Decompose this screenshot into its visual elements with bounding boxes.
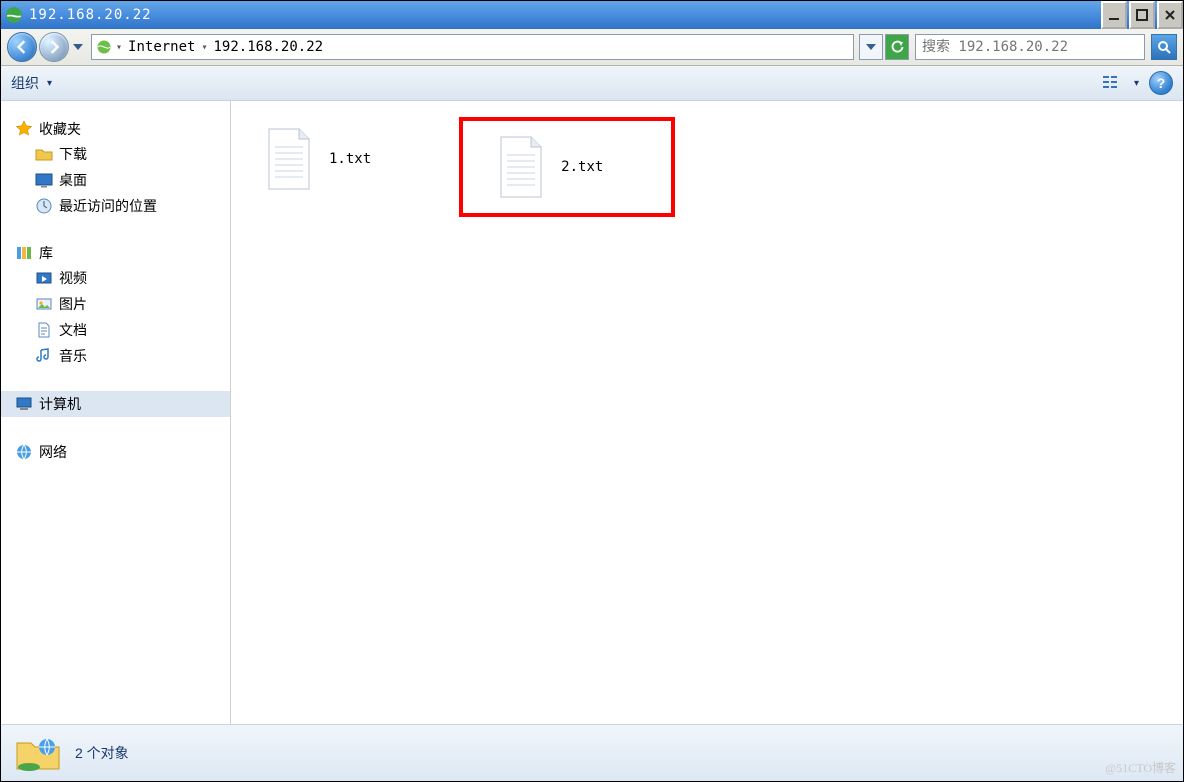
- sidebar-item-label: 网络: [39, 442, 67, 462]
- network-icon: [15, 443, 33, 461]
- sidebar-item-label: 图片: [59, 294, 87, 314]
- search-box[interactable]: [915, 34, 1145, 60]
- status-text: 2 个对象: [75, 743, 129, 763]
- breadcrumb-path[interactable]: 192.168.20.22: [212, 39, 326, 55]
- search-button[interactable]: [1151, 34, 1177, 60]
- sidebar-head-libraries[interactable]: 库: [1, 241, 230, 265]
- text-file-icon: [495, 135, 547, 199]
- back-button[interactable]: [7, 32, 37, 62]
- status-bar: 2 个对象 @51CTO博客: [1, 724, 1183, 781]
- refresh-button[interactable]: [885, 34, 909, 60]
- sidebar-item-label: 收藏夹: [39, 119, 81, 139]
- search-input[interactable]: [920, 38, 1140, 56]
- pictures-icon: [35, 295, 53, 313]
- close-button[interactable]: [1157, 1, 1183, 29]
- computer-icon: [15, 395, 33, 413]
- recent-icon: [35, 197, 53, 215]
- toolbar: 组织 ▾ ▾ ?: [1, 66, 1183, 101]
- app-icon: [5, 6, 23, 24]
- file-name: 2.txt: [561, 159, 603, 175]
- file-item[interactable]: 2.txt: [487, 125, 611, 209]
- address-dropdown-button[interactable]: [859, 34, 883, 60]
- sidebar-item-label: 视频: [59, 268, 87, 288]
- chevron-down-icon[interactable]: ▾: [1134, 78, 1139, 89]
- sidebar-item-label: 文档: [59, 320, 87, 340]
- sidebar-head-favorites[interactable]: 收藏夹: [1, 117, 230, 141]
- sidebar-item-label: 桌面: [59, 170, 87, 190]
- window-controls: [1099, 1, 1183, 29]
- sidebar-item-label: 最近访问的位置: [59, 196, 157, 216]
- sidebar-item-network[interactable]: 网络: [1, 439, 230, 465]
- window-title: 192.168.20.22: [29, 7, 1099, 23]
- music-icon: [35, 347, 53, 365]
- history-dropdown-icon[interactable]: [71, 38, 85, 56]
- address-bar[interactable]: ▾ Internet ▾ 192.168.20.22: [91, 34, 854, 60]
- file-pane: 1.txt 2.txt: [231, 101, 1183, 724]
- sidebar-item-downloads[interactable]: 下载: [1, 141, 230, 167]
- folder-icon: [35, 145, 53, 163]
- file-item[interactable]: 1.txt: [255, 117, 379, 201]
- breadcrumb-root[interactable]: Internet: [126, 39, 197, 55]
- sidebar-item-pictures[interactable]: 图片: [1, 291, 230, 317]
- sidebar-item-label: 库: [39, 243, 53, 263]
- sidebar-item-music[interactable]: 音乐: [1, 343, 230, 369]
- organize-menu[interactable]: 组织 ▾: [11, 73, 52, 93]
- sidebar-item-label: 下载: [59, 144, 87, 164]
- title-bar: 192.168.20.22: [1, 1, 1183, 29]
- sidebar-item-label: 计算机: [39, 394, 81, 414]
- help-button[interactable]: ?: [1149, 71, 1173, 95]
- desktop-icon: [35, 171, 53, 189]
- organize-label: 组织: [11, 73, 39, 93]
- sidebar-item-desktop[interactable]: 桌面: [1, 167, 230, 193]
- sidebar-item-recent[interactable]: 最近访问的位置: [1, 193, 230, 219]
- documents-icon: [35, 321, 53, 339]
- nav-history: [7, 32, 85, 62]
- sidebar-item-documents[interactable]: 文档: [1, 317, 230, 343]
- libraries-icon: [15, 244, 33, 262]
- body: 收藏夹 下载 桌面 最近访问的位置 库: [1, 101, 1183, 724]
- explorer-window: 192.168.20.22 ▾ Internet ▾ 192.168.20.22: [0, 0, 1184, 782]
- forward-button[interactable]: [39, 32, 69, 62]
- chevron-down-icon: ▾: [47, 78, 52, 89]
- watermark-text: @51CTO博客: [1105, 759, 1176, 776]
- annotation-highlight: 2.txt: [459, 117, 675, 217]
- chevron-right-icon: ▾: [116, 42, 122, 53]
- address-tools: [859, 34, 909, 60]
- view-options-button[interactable]: [1102, 74, 1124, 92]
- video-icon: [35, 269, 53, 287]
- chevron-right-icon: ▾: [201, 42, 207, 53]
- sidebar-item-label: 音乐: [59, 346, 87, 366]
- address-bar-row: ▾ Internet ▾ 192.168.20.22: [1, 29, 1183, 66]
- sidebar-item-video[interactable]: 视频: [1, 265, 230, 291]
- minimize-button[interactable]: [1101, 1, 1127, 29]
- text-file-icon: [263, 127, 315, 191]
- maximize-button[interactable]: [1129, 1, 1155, 29]
- sidebar-item-computer[interactable]: 计算机: [1, 391, 230, 417]
- star-icon: [15, 120, 33, 138]
- file-name: 1.txt: [329, 151, 371, 167]
- location-icon: [96, 39, 112, 55]
- status-folder-icon: [15, 733, 61, 773]
- sidebar: 收藏夹 下载 桌面 最近访问的位置 库: [1, 101, 231, 724]
